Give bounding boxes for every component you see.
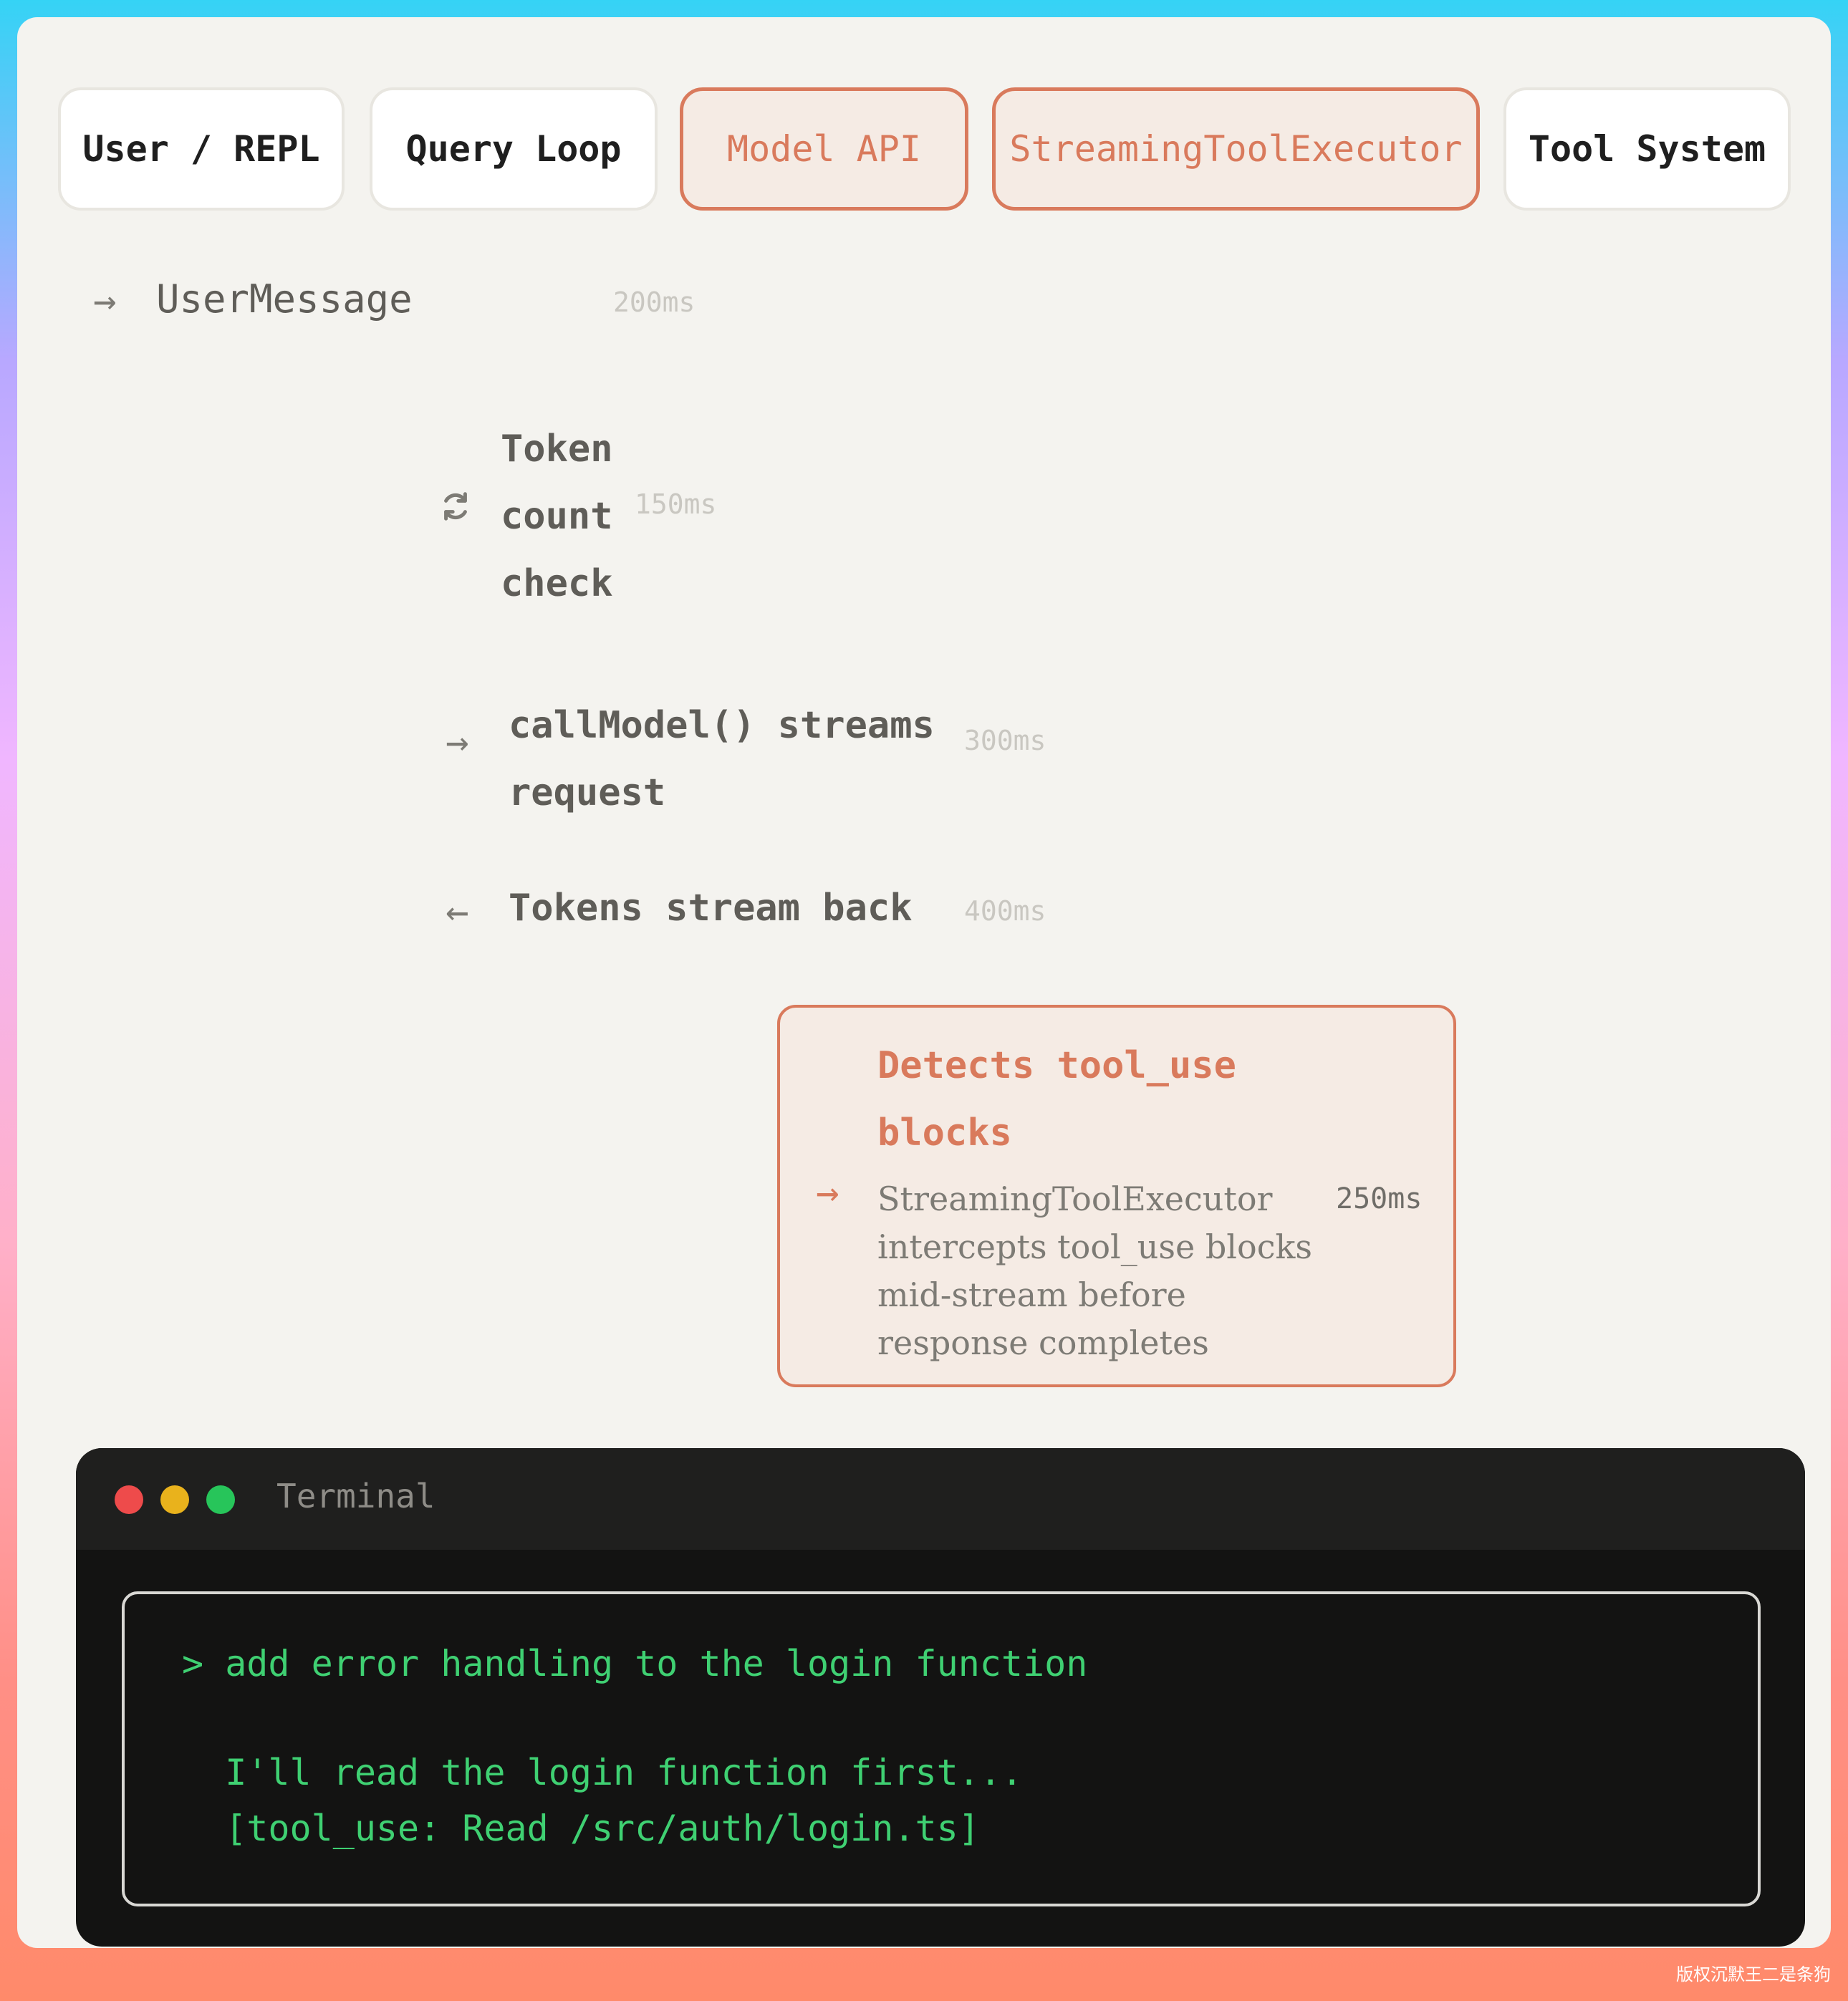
step-token-check-line: check — [501, 562, 613, 605]
step-tokens-back-time: 400ms — [964, 895, 1046, 927]
detect-description-line: intercepts tool_use blocks — [877, 1228, 1312, 1266]
detect-description-line: response completes — [877, 1323, 1209, 1362]
diagram-card: User / REPL Query Loop Model API Streami… — [17, 17, 1831, 1948]
arrow-right-icon: → — [93, 278, 117, 323]
step-call-model-line: request — [509, 771, 666, 814]
close-dot-icon[interactable] — [115, 1485, 143, 1514]
detect-tool-use-box: Detects tool_use blocks → StreamingToolE… — [777, 1005, 1456, 1387]
step-call-model-time: 300ms — [964, 725, 1046, 756]
step-tokens-back: Tokens stream back — [509, 887, 913, 930]
terminal-title: Terminal — [276, 1477, 435, 1515]
detect-time: 250ms — [1336, 1182, 1423, 1215]
arrow-left-icon: ← — [446, 889, 469, 934]
terminal-titlebar: Terminal — [76, 1448, 1805, 1550]
terminal-window: Terminal > add error handling to the log… — [76, 1448, 1805, 1947]
terminal-line: [tool_use: Read /src/auth/login.ts] — [182, 1808, 980, 1849]
detect-description: StreamingToolExecutor intercepts tool_us… — [877, 1175, 1322, 1367]
terminal-output[interactable]: > add error handling to the login functi… — [122, 1591, 1761, 1906]
detect-title-line: blocks — [877, 1112, 1012, 1154]
step-token-check-time: 150ms — [635, 488, 717, 520]
lane-streaming-tool-executor: StreamingToolExecutor — [992, 87, 1480, 211]
step-user-message-time: 200ms — [613, 286, 696, 318]
step-token-check-line: count — [501, 495, 613, 538]
watermark-credit: 版权沉默王二是条狗 — [1676, 1964, 1831, 1985]
minimize-dot-icon[interactable] — [160, 1485, 189, 1514]
maximize-dot-icon[interactable] — [206, 1485, 235, 1514]
detect-description-line: StreamingToolExecutor — [877, 1180, 1273, 1218]
step-user-message: UserMessage — [156, 276, 413, 322]
step-call-model: callModel() streams request — [509, 692, 935, 826]
terminal-line: I'll read the login function first... — [182, 1752, 1023, 1793]
lane-model-api: Model API — [680, 87, 968, 211]
lane-user-repl: User / REPL — [58, 87, 345, 211]
lane-tool-system: Tool System — [1503, 87, 1791, 211]
terminal-line: > add error handling to the login functi… — [182, 1643, 1088, 1684]
arrow-right-icon: → — [446, 719, 469, 764]
refresh-icon — [444, 492, 467, 521]
detect-description-line: mid-stream before — [877, 1276, 1186, 1314]
step-call-model-line: callModel() streams — [509, 704, 935, 747]
step-token-check-line: Token — [501, 428, 613, 471]
detect-title-line: Detects tool_use — [877, 1044, 1236, 1087]
detect-title: Detects tool_use blocks — [877, 1032, 1322, 1167]
lane-query-loop: Query Loop — [370, 87, 658, 211]
step-token-check: Token count check — [501, 415, 613, 617]
arrow-right-icon: → — [816, 1170, 839, 1215]
